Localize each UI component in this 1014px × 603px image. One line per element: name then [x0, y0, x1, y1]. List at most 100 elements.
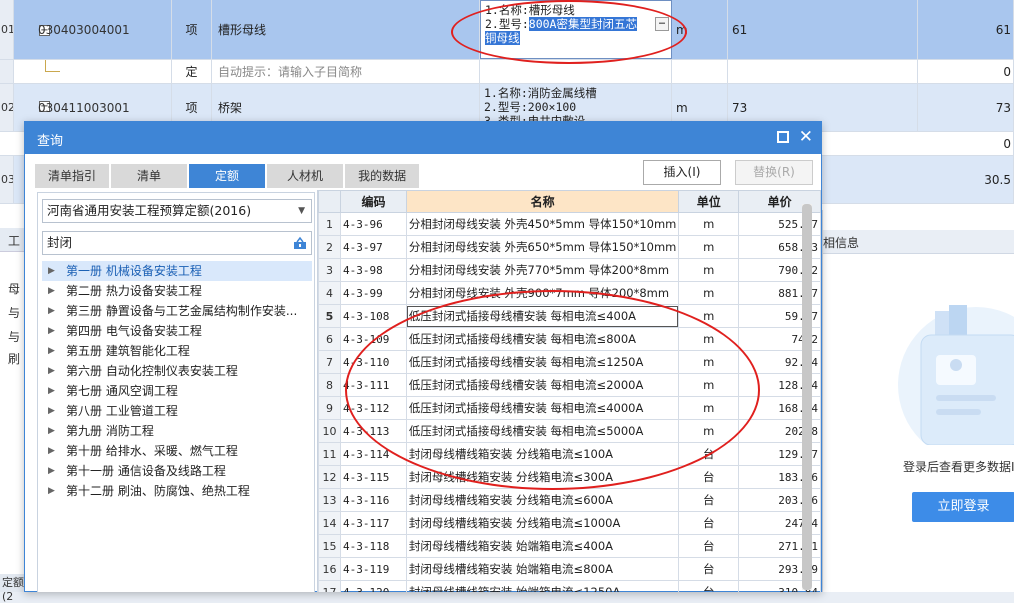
item-qty-expr: 61 [728, 0, 918, 59]
insert-button[interactable]: 插入(I) [643, 160, 721, 185]
chevron-down-icon[interactable]: ▼ [298, 200, 305, 222]
expand-arrow-icon[interactable]: ▶ [48, 261, 55, 281]
table-row[interactable]: 3 4-3-98 分相封闭母线安装 外壳770*5mm 导体200*8mm m 790.… [318, 258, 821, 282]
info-tab[interactable]: 相信息 [823, 230, 1014, 254]
row-number: 9 [318, 396, 341, 420]
vertical-scrollbar[interactable] [802, 204, 812, 590]
expand-arrow-icon[interactable]: ▶ [48, 481, 55, 501]
item-qty: 0 [918, 132, 1014, 155]
expand-arrow-icon[interactable]: ▶ [48, 361, 55, 381]
header-code[interactable]: 编码 [339, 190, 407, 213]
item-qty: 73 [918, 84, 1014, 131]
expand-arrow-icon[interactable]: ▶ [48, 341, 55, 361]
cell-name: 封闭母线槽线箱安装 分线箱电流≤1000A [405, 511, 680, 535]
expand-arrow-icon[interactable]: ▶ [48, 461, 55, 481]
cell-code: 4-3-116 [339, 488, 407, 512]
bill-subrow[interactable]: 定 自动提示：请输入子目简称 0 [0, 60, 1014, 84]
tree-item[interactable]: ▶ 第四册 电气设备安装工程 [42, 321, 312, 341]
item-name: 槽形母线 [212, 0, 480, 59]
auto-hint[interactable]: 自动提示：请输入子目简称 [212, 60, 480, 83]
tab-guide[interactable]: 清单指引 [35, 164, 110, 188]
table-row[interactable]: 15 4-3-118 封闭母线槽线箱安装 始端箱电流≤400A 台 271.21 [318, 534, 821, 558]
cell-code: 4-3-99 [339, 281, 407, 305]
row-number: 8 [318, 373, 341, 397]
cell-name: 分相封闭母线安装 外壳650*5mm 导体150*10mm [405, 235, 680, 259]
cell-code: 4-3-97 [339, 235, 407, 259]
row-number: 3 [318, 258, 341, 282]
item-type: 项 [172, 0, 212, 59]
item-qty: 61 [918, 0, 1014, 59]
row-index [0, 60, 14, 83]
tree-item[interactable]: ▶ 第六册 自动化控制仪表安装工程 [42, 361, 312, 381]
feature-line: 2.型号:200×100 [484, 100, 577, 114]
tree-item[interactable]: ▶ 第十一册 通信设备及线路工程 [42, 461, 312, 481]
tree-item-label: 第四册 电气设备安装工程 [66, 324, 202, 338]
expand-arrow-icon[interactable]: ▶ [48, 421, 55, 441]
cell-unit: 台 [678, 557, 740, 581]
search-input[interactable]: 封闭 [42, 231, 312, 255]
tree-item[interactable]: ▶ 第三册 静置设备与工艺金属结构制作安装... [42, 301, 312, 321]
close-icon[interactable]: ✕ [799, 127, 813, 147]
lower-item: 刷 [8, 352, 21, 366]
tree-item[interactable]: ▶ 第一册 机械设备安装工程 [42, 261, 312, 281]
header-unit[interactable]: 单位 [678, 190, 740, 213]
tree-item[interactable]: ▶ 第五册 建筑智能化工程 [42, 341, 312, 361]
tab-bill[interactable]: 清单 [111, 164, 188, 188]
tab-materials[interactable]: 人材机 [267, 164, 344, 188]
row-index: 02 [0, 84, 14, 131]
annotation-circle [451, 0, 687, 64]
maximize-icon[interactable] [777, 131, 789, 143]
tree-item[interactable]: ▶ 第十二册 刷油、防腐蚀、绝热工程 [42, 481, 312, 501]
cell-unit: 台 [678, 534, 740, 558]
table-row[interactable]: 144-3-117封闭母线槽线箱安装 分线箱电流≤1000A台247.4 [318, 511, 821, 535]
expand-arrow-icon[interactable]: ▶ [48, 301, 55, 321]
tree-item-label: 第五册 建筑智能化工程 [66, 344, 190, 358]
item-code [14, 60, 172, 83]
info-tab-label: 相信息 [823, 236, 860, 250]
table-row[interactable]: 17 4-3-120 封闭母线槽线箱安装 始端箱电流≤1250A 台 310.84 [318, 580, 821, 592]
library-select[interactable]: 河南省通用安装工程预算定额(2016) ▼ [42, 199, 312, 223]
item-qty: 0 [918, 60, 1014, 83]
header-name[interactable]: 名称 [405, 190, 680, 213]
tree-item-label: 第九册 消防工程 [66, 424, 154, 438]
tab-quota[interactable]: 定额 [189, 164, 266, 188]
tree-item-label: 第八册 工业管道工程 [66, 404, 178, 418]
tree-item[interactable]: ▶ 第二册 热力设备安装工程 [42, 281, 312, 301]
dialog-titlebar[interactable]: 查询 ✕ [25, 122, 821, 154]
expand-arrow-icon[interactable]: ▶ [48, 441, 55, 461]
row-number: 12 [318, 465, 341, 489]
tree-item-label: 第二册 热力设备安装工程 [66, 284, 202, 298]
row-number: 17 [318, 580, 341, 592]
tab-my-data[interactable]: 我的数据 [345, 164, 420, 188]
row-number: 5 [318, 304, 341, 328]
login-button[interactable]: 立即登录 [912, 492, 1014, 522]
search-icon[interactable] [293, 236, 307, 250]
expand-arrow-icon[interactable]: ▶ [48, 321, 55, 341]
cell-name: 封闭母线槽线箱安装 分线箱电流≤600A [405, 488, 680, 512]
tree-item[interactable]: ▶ 第十册 给排水、采暖、燃气工程 [42, 441, 312, 461]
cell-name: 封闭母线槽线箱安装 始端箱电流≤400A [405, 534, 680, 558]
expand-arrow-icon[interactable]: ▶ [48, 401, 55, 421]
table-row[interactable]: 2 4-3-97 分相封闭母线安装 外壳650*5mm 导体150*10mm m 658… [318, 235, 821, 259]
table-row[interactable]: 16 4-3-119 封闭母线槽线箱安装 始端箱电流≤800A 台 293.99 [318, 557, 821, 581]
expand-arrow-icon[interactable]: ▶ [48, 281, 55, 301]
table-row[interactable]: 1 4-3-96 分相封闭母线安装 外壳450*5mm 导体150*10mm m 525… [318, 212, 821, 236]
cell-unit: 台 [678, 511, 740, 535]
login-prompt: 登录后查看更多数据I [903, 460, 1014, 474]
tree-item[interactable]: ▶ 第八册 工业管道工程 [42, 401, 312, 421]
replace-button[interactable]: 替换(R) [735, 160, 813, 185]
tree-item[interactable]: ▶ 第七册 通风空调工程 [42, 381, 312, 401]
item-qty-expr [728, 60, 918, 83]
tree-item-label: 第七册 通风空调工程 [66, 384, 178, 398]
status-tab[interactable]: 定额(2 [0, 574, 26, 603]
header-rownum [318, 190, 341, 213]
tree-item[interactable]: ▶ 第九册 消防工程 [42, 421, 312, 441]
lower-tab[interactable]: 工 [0, 228, 26, 252]
cell-name: 封闭母线槽线箱安装 始端箱电流≤800A [405, 557, 680, 581]
cell-code: 4-3-96 [339, 212, 407, 236]
lower-item: 母 [8, 282, 21, 296]
table-row[interactable]: 13 4-3-116 封闭母线槽线箱安装 分线箱电流≤600A 台 203.96 [318, 488, 821, 512]
cell-code: 4-3-98 [339, 258, 407, 282]
expand-arrow-icon[interactable]: ▶ [48, 381, 55, 401]
scrollbar-thumb[interactable] [802, 204, 812, 590]
